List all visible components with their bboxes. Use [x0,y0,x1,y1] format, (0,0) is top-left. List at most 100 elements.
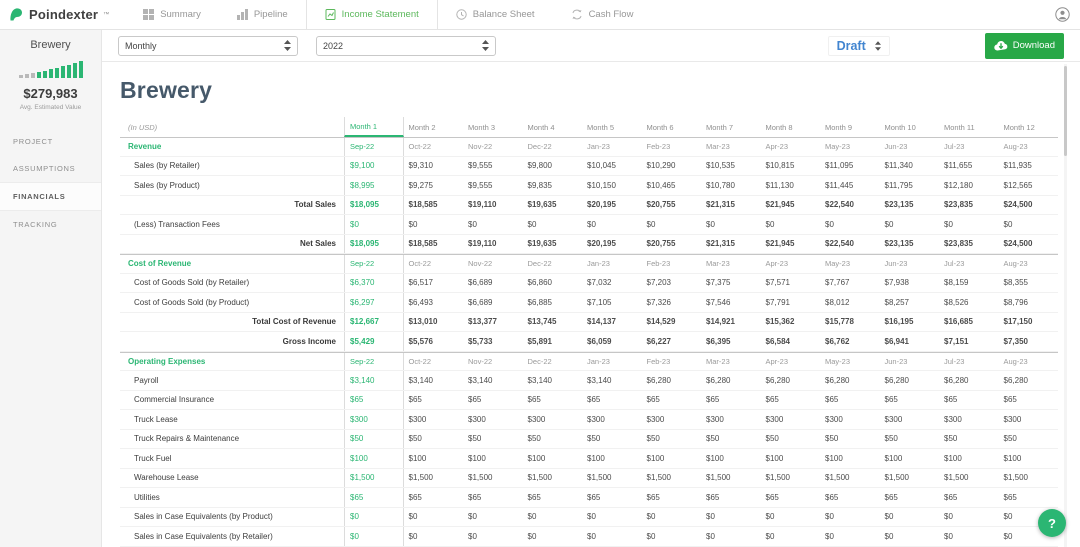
date-header-cell: Apr-23 [765,259,789,269]
value-cell: $100 [1003,453,1022,463]
value-cell[interactable]: $12,667 [344,312,404,331]
status-select[interactable]: Draft [827,35,890,56]
value-cell: $7,938 [884,278,909,288]
tab-summary[interactable]: Summary [125,0,219,29]
value-cell: $0 [408,531,418,541]
logo-trademark: ™ [103,11,110,18]
cloud-download-icon [994,40,1008,51]
value-cell: $11,445 [825,180,854,190]
month-header-cell[interactable]: Month 9 [820,117,880,137]
month-header-cell[interactable]: Month 3 [463,117,523,137]
help-fab[interactable]: ? [1038,509,1066,537]
month-header-cell[interactable]: Month 11 [939,117,999,137]
month-header-cell[interactable]: Month 8 [761,117,821,137]
value-cell: $6,280 [765,375,790,385]
value-cell[interactable]: $0 [344,215,404,234]
date-header-cell: Feb-23 [646,259,671,269]
value-cell[interactable]: $65 [344,488,404,507]
date-header-cell: Oct-22 [408,259,432,269]
value-cell[interactable]: $8,995 [344,176,404,195]
value-cell[interactable]: $100 [344,449,404,468]
value-cell: $0 [706,531,715,541]
income-statement-icon [325,9,336,20]
poindexter-logo[interactable]: Poindexter ™ [0,0,121,29]
value-cell[interactable]: $18,095 [344,195,404,214]
period-select[interactable]: Monthly [118,35,298,56]
value-cell[interactable]: $3,140 [344,371,404,390]
value-cell: $6,762 [825,336,850,346]
value-cell: $0 [1003,219,1013,229]
value-cell: $6,280 [706,375,731,385]
value-cell: $10,290 [646,161,676,171]
sidebar-project-name: Brewery [30,39,71,51]
value-cell: $300 [1003,414,1022,424]
value-cell[interactable]: $50 [344,429,404,448]
value-cell[interactable]: $6,370 [344,273,404,292]
row-label: Utilities [134,492,160,502]
chevron-up-down-icon [482,40,489,51]
date-header-cell: Jan-23 [587,259,610,269]
value-cell: $0 [944,219,953,229]
row-label: Sales in Case Equivalents (by Retailer) [134,531,273,541]
sidebar-item-tracking[interactable]: TRACKING [0,211,101,238]
value-cell: $1,500 [646,473,671,483]
value-cell: $22,540 [825,239,854,249]
value-cell: $9,555 [468,180,493,190]
value-cell[interactable]: $18,095 [344,234,404,253]
value-cell: $6,280 [825,375,850,385]
sidebar-item-assumptions[interactable]: ASSUMPTIONS [0,155,101,182]
value-cell: $8,526 [944,297,969,307]
tab-cash-flow[interactable]: Cash Flow [553,0,652,29]
value-cell[interactable]: $9,100 [344,156,404,175]
date-header-cell: Jun-23 [884,356,908,366]
value-cell: $100 [408,453,427,463]
account-icon[interactable] [1055,7,1070,22]
value-cell: $9,555 [468,161,493,171]
tab-balance-sheet[interactable]: Balance Sheet [438,0,553,29]
value-cell[interactable]: $65 [344,390,404,409]
value-cell: $100 [587,453,605,463]
value-cell: $0 [825,512,834,522]
month-header-cell[interactable]: Month 12 [999,117,1059,137]
value-cell: $6,059 [587,336,612,346]
value-cell: $0 [765,512,775,522]
value-cell: $0 [587,531,596,541]
month-header-cell[interactable]: Month 10 [880,117,940,137]
value-cell: $100 [884,453,903,463]
value-cell: $19,635 [527,200,557,210]
value-cell[interactable]: $1,500 [344,468,404,487]
value-cell: $300 [408,414,427,424]
month-header-cell[interactable]: Month 1 [344,117,404,137]
value-cell[interactable]: $300 [344,410,404,429]
value-cell[interactable]: $6,297 [344,293,404,312]
month-header-cell[interactable]: Month 2 [404,117,464,137]
month-header-cell[interactable]: Month 6 [642,117,702,137]
month-header-cell[interactable]: Month 4 [523,117,583,137]
value-cell: $65 [706,395,720,405]
value-cell: $0 [706,512,715,522]
sidebar-item-financials[interactable]: FINANCIALS [0,182,101,211]
value-cell[interactable]: $5,429 [344,332,404,351]
value-cell: $1,500 [1003,473,1028,483]
tab-pipeline[interactable]: Pipeline [219,0,306,29]
value-cell: $65 [468,492,482,502]
value-cell: $10,465 [646,180,676,190]
date-header-cell: Feb-23 [646,356,671,366]
value-cell: $0 [884,531,894,541]
download-button[interactable]: Download [984,32,1064,59]
value-cell: $50 [646,434,660,444]
value-cell[interactable]: $0 [344,527,404,546]
sidebar-item-project[interactable]: PROJECT [0,128,101,155]
date-header-cell: Jul-23 [944,259,965,269]
month-header-cell[interactable]: Month 7 [701,117,761,137]
month-header-cell[interactable]: Month 5 [582,117,642,137]
year-select[interactable]: 2022 [316,35,496,56]
tab-income-statement[interactable]: Income Statement [305,0,438,29]
value-cell[interactable]: $0 [344,507,404,526]
tab-label: Income Statement [341,9,419,20]
value-cell: $100 [646,453,665,463]
table-row: Warehouse Lease $1,500 $1,500 $1,500 $1,500 $… [120,468,1058,488]
value-cell: $0 [527,512,537,522]
table-row: Cost of Goods Sold (by Product) $6,297 $6,… [120,293,1058,313]
scrollbar-thumb[interactable] [1064,66,1067,156]
